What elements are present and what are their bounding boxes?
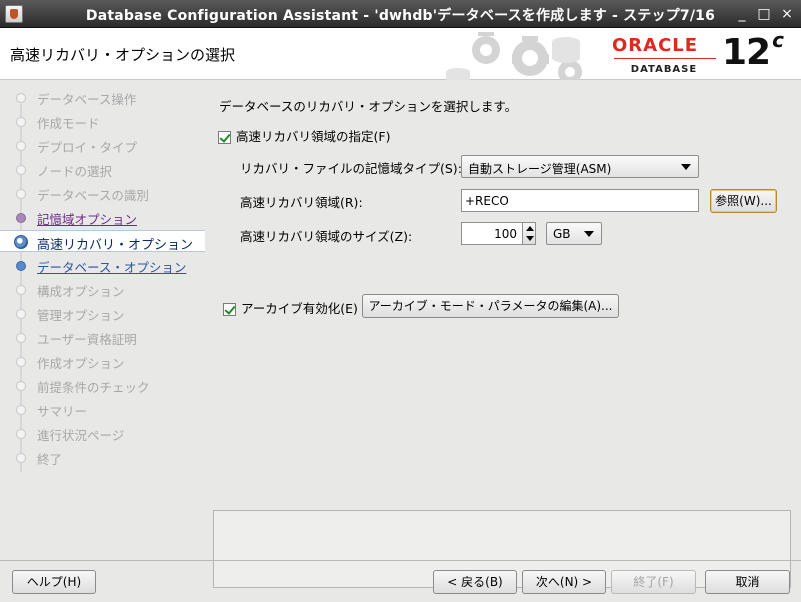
step-item: デプロイ・タイプ [0, 134, 205, 156]
step-item: サマリー [0, 398, 205, 420]
step-item: 作成オプション [0, 350, 205, 372]
step-indicator-icon [16, 285, 26, 295]
step-label: ノードの選択 [37, 164, 113, 179]
step-item: 終了 [0, 446, 205, 468]
fra-size-spinner[interactable]: 100 [461, 222, 537, 245]
step-indicator-icon [16, 333, 26, 343]
archive-params-button[interactable]: アーカイブ・モード・パラメータの編集(A)... [362, 294, 619, 318]
step-label: 前提条件のチェック [37, 380, 150, 395]
step-indicator-icon [16, 429, 26, 439]
step-item: データベース操作 [0, 86, 205, 108]
fra-location-input[interactable]: +RECO [461, 189, 699, 212]
step-label: 終了 [37, 452, 63, 467]
step-item[interactable]: データベース・オプション [0, 254, 205, 276]
close-icon[interactable]: × [778, 5, 796, 23]
chevron-down-icon [584, 231, 594, 237]
step-item: 進行状況ページ [0, 422, 205, 444]
step-indicator-icon [16, 261, 26, 271]
step-item: 高速リカバリ・オプション [0, 230, 205, 253]
step-item: ユーザー資格証明 [0, 326, 205, 348]
fra-checkbox-label: 高速リカバリ領域の指定(F) [236, 129, 391, 144]
step-item: 構成オプション [0, 278, 205, 300]
step-item: 前提条件のチェック [0, 374, 205, 396]
fra-size-label: 高速リカバリ領域のサイズ(Z): [240, 229, 413, 244]
step-label: 管理オプション [37, 308, 125, 323]
cancel-button[interactable]: 取消 [705, 570, 790, 594]
archive-checkbox[interactable] [223, 303, 236, 316]
step-indicator-icon [16, 189, 26, 199]
step-indicator-icon [16, 381, 26, 391]
step-item: データベースの識別 [0, 182, 205, 204]
step-label: データベースの識別 [37, 188, 149, 203]
archive-checkbox-label: アーカイブ有効化(E) [241, 301, 358, 316]
archive-checkbox-row[interactable]: アーカイブ有効化(E) [223, 298, 358, 317]
step-indicator-icon [16, 453, 26, 463]
intro-text: データベースのリカバリ・オプションを選択します。 [219, 99, 518, 114]
step-indicator-icon [16, 93, 26, 103]
next-button[interactable]: 次へ(N) > [522, 570, 606, 594]
oracle-logo-rule [614, 58, 716, 59]
step-item[interactable]: 記憶域オプション [0, 206, 205, 228]
fra-checkbox[interactable] [218, 131, 231, 144]
footer-separator [0, 560, 801, 561]
fra-location-label: 高速リカバリ領域(R): [240, 195, 363, 210]
back-button[interactable]: < 戻る(B) [433, 570, 517, 594]
step-indicator-icon [16, 357, 26, 367]
main-content: データベースのリカバリ・オプションを選択します。 高速リカバリ領域の指定(F) … [205, 80, 801, 588]
step-indicator-icon [16, 141, 26, 151]
step-label: 構成オプション [37, 284, 125, 299]
step-label[interactable]: データベース・オプション [37, 257, 186, 276]
step-navigation: データベース操作 作成モードデプロイ・タイプ ノードの選択データベースの識別記憶域オ… [0, 80, 205, 560]
fra-checkbox-row[interactable]: 高速リカバリ領域の指定(F) [218, 126, 390, 145]
spinner-up-icon[interactable] [526, 226, 534, 231]
step-indicator-icon [16, 117, 26, 127]
gears-graphic-icon [446, 32, 582, 80]
oracle-logo: ORACLE DATABASE [612, 35, 699, 76]
step-label: デプロイ・タイプ [37, 140, 138, 155]
step-label: データベース操作 [37, 92, 137, 107]
step-label[interactable]: 記憶域オプション [37, 209, 137, 228]
version-badge: 12 c [722, 28, 784, 73]
window-title: Database Configuration Assistant - 'dwhd… [85, 8, 716, 24]
finish-button[interactable]: 終了(F) [611, 570, 696, 594]
minimize-icon[interactable]: _ [733, 5, 751, 23]
step-label: ユーザー資格証明 [37, 332, 137, 347]
dialog-window: 高速リカバリ・オプションの選択 ORACLE DATABASE 12 c データ… [0, 28, 801, 602]
step-indicator-icon [16, 309, 26, 319]
step-item: ノードの選択 [0, 158, 205, 180]
title-bar: Database Configuration Assistant - 'dwhd… [0, 0, 801, 28]
step-label: 高速リカバリ・オプション [37, 238, 194, 253]
step-label: 作成オプション [37, 356, 125, 371]
header-banner: 高速リカバリ・オプションの選択 ORACLE DATABASE 12 c [0, 28, 801, 80]
maximize-icon[interactable]: □ [755, 5, 773, 23]
step-label: 作成モード [37, 116, 100, 131]
step-indicator-icon [16, 165, 26, 175]
spinner-arrows[interactable] [522, 222, 536, 245]
help-button[interactable]: ヘルプ(H) [12, 570, 96, 594]
step-item: 作成モード [0, 110, 205, 132]
step-label: サマリー [37, 404, 88, 419]
fra-size-unit-select[interactable]: GB [546, 222, 602, 245]
storage-type-select[interactable]: 自動ストレージ管理(ASM) [461, 155, 699, 178]
step-label: 進行状況ページ [37, 428, 125, 443]
step-indicator-icon [14, 235, 28, 249]
spinner-down-icon[interactable] [526, 236, 534, 241]
storage-type-label: リカバリ・ファイルの記憶域タイプ(S): [240, 161, 462, 176]
step-indicator-icon [16, 405, 26, 415]
chevron-down-icon [681, 164, 691, 170]
step-indicator-icon [16, 213, 26, 223]
browse-button[interactable]: 参照(W)... [710, 189, 777, 213]
fra-size-value[interactable]: 100 [461, 222, 523, 245]
page-title: 高速リカバリ・オプションの選択 [10, 46, 236, 64]
step-item: 管理オプション [0, 302, 205, 324]
